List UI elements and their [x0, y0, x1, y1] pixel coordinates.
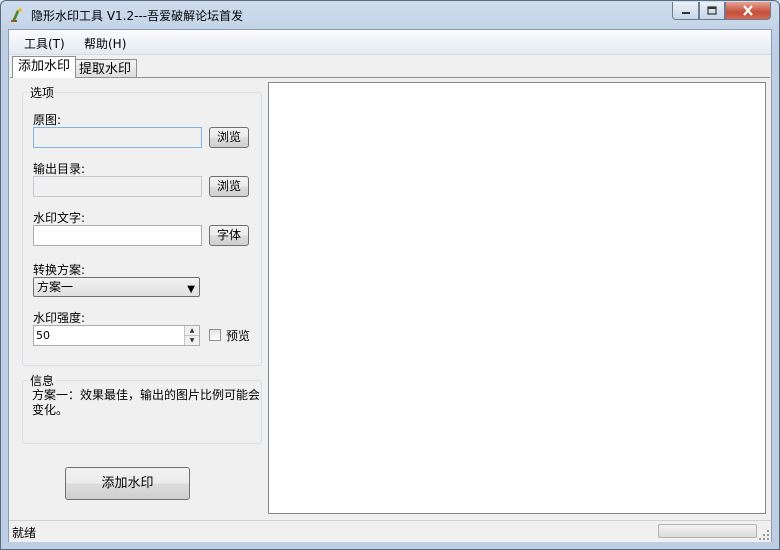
add-watermark-button[interactable]: 添加水印 [65, 467, 190, 500]
strength-label: 水印强度: [33, 311, 86, 325]
window-title: 隐形水印工具 V1.2---吾爱破解论坛首发 [31, 9, 244, 23]
scheme-select[interactable]: 方案一 ▼ [33, 277, 200, 297]
menu-help[interactable]: 帮助(H) [84, 35, 126, 52]
preview-checkbox[interactable] [209, 329, 221, 341]
close-button[interactable] [725, 2, 771, 20]
menu-tools[interactable]: 工具(T) [24, 35, 65, 52]
spinner-buttons: ▲ ▼ [184, 326, 199, 345]
maximize-icon [707, 6, 717, 15]
minimize-icon [681, 11, 690, 14]
output-dir-field[interactable] [33, 176, 202, 197]
status-text: 就绪 [12, 526, 37, 540]
status-bar: 就绪 [9, 520, 771, 542]
maximize-button[interactable] [699, 2, 725, 20]
info-group-title: 信息 [28, 372, 57, 389]
dropdown-arrow-icon: ▼ [187, 284, 195, 295]
watermark-text-label: 水印文字: [33, 211, 86, 225]
scheme-label: 转换方案: [33, 263, 86, 277]
minimize-button[interactable] [672, 2, 699, 20]
watermark-text-field[interactable] [33, 225, 202, 246]
title-bar[interactable]: 隐形水印工具 V1.2---吾爱破解论坛首发 [1, 1, 779, 29]
strength-spinner[interactable]: 50 ▲ ▼ [33, 325, 200, 346]
font-button[interactable]: 字体 [209, 225, 249, 246]
source-image-field[interactable] [33, 127, 202, 148]
tab-add-watermark[interactable]: 添加水印 [12, 56, 77, 78]
main-window: 隐形水印工具 V1.2---吾爱破解论坛首发 工具(T) 帮助(H) 添加水印 … [0, 0, 780, 550]
preview-label[interactable]: 预览 [226, 327, 250, 344]
output-dir-label: 输出目录: [33, 162, 86, 176]
close-icon [743, 5, 753, 16]
tab-extract-watermark[interactable]: 提取水印 [73, 59, 138, 79]
source-browse-button[interactable]: 浏览 [209, 127, 249, 148]
resize-grip-icon[interactable] [759, 530, 769, 540]
spin-up-icon[interactable]: ▲ [185, 326, 199, 336]
output-browse-button[interactable]: 浏览 [209, 176, 249, 197]
strength-value: 50 [36, 329, 50, 342]
image-preview-area [268, 82, 766, 514]
source-image-label: 原图: [33, 113, 62, 127]
spin-down-icon[interactable]: ▼ [185, 336, 199, 345]
tab-panel-add-watermark: 选项 原图: 浏览 输出目录: 浏览 水印文字: 字体 转换方案: 方案一 ▼ … [10, 77, 770, 521]
scheme-selected-value: 方案一 [37, 280, 74, 294]
options-group-title: 选项 [28, 84, 57, 101]
progress-bar [658, 524, 757, 538]
client-area: 工具(T) 帮助(H) 添加水印 提取水印 选项 原图: 浏览 输出目录: 浏览… [8, 29, 772, 542]
app-icon [11, 8, 22, 22]
menu-bar: 工具(T) 帮助(H) [9, 30, 771, 55]
info-text: 方案一：效果最佳，输出的图片比例可能会变化。 [32, 388, 261, 417]
